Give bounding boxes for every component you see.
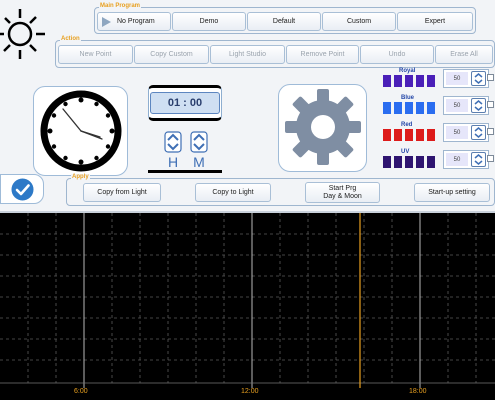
x-tick-1200: 12:00 <box>241 388 259 395</box>
channel-spinner-red[interactable]: 50 <box>443 123 489 142</box>
minute-label: M <box>193 154 205 170</box>
channel-label-blue: Blue <box>401 95 415 101</box>
new-point-button[interactable]: New Point <box>58 45 133 64</box>
channel-checkbox-blue[interactable] <box>487 101 494 108</box>
gear-icon <box>283 87 363 167</box>
remove-point-button[interactable]: Remove Point <box>286 45 359 64</box>
channel-checkbox-red[interactable] <box>487 128 494 135</box>
channel-swatches-uv <box>383 156 435 168</box>
channel-checkbox-royal[interactable] <box>487 74 494 81</box>
channel-value-blue: 50 <box>446 99 468 112</box>
timeline-chart[interactable]: 6:00 12:00 18:00 <box>0 211 495 400</box>
channel-value-uv: 50 <box>446 153 468 166</box>
channel-checkbox-uv[interactable] <box>487 155 494 162</box>
copy-to-light-button[interactable]: Copy to Light <box>195 183 271 202</box>
sun-icon[interactable] <box>0 4 50 62</box>
channel-swatches-red <box>383 129 435 141</box>
channel-swatches-royal <box>383 75 435 87</box>
copy-custom-button[interactable]: Copy Custom <box>134 45 209 64</box>
channel-value-red: 50 <box>446 126 468 139</box>
hour-label: H <box>167 154 179 170</box>
light-studio-button[interactable]: Light Studio <box>210 45 285 64</box>
time-panel-baseline <box>148 170 222 173</box>
channel-spinner-blue[interactable]: 50 <box>443 96 489 115</box>
start-up-setting-button[interactable]: Start-up setting <box>414 183 490 202</box>
no-program-label: No Program <box>117 17 155 25</box>
demo-button[interactable]: Demo <box>172 12 246 31</box>
hour-spinner[interactable] <box>164 131 182 153</box>
channel-spinner-royal[interactable]: 50 <box>443 69 489 88</box>
custom-button[interactable]: Custom <box>322 12 396 31</box>
default-button[interactable]: Default <box>247 12 321 31</box>
no-program-button[interactable]: No Program <box>97 12 171 31</box>
channel-updown-blue[interactable] <box>471 98 486 113</box>
action-title: Action <box>60 36 81 43</box>
channel-updown-royal[interactable] <box>471 71 486 86</box>
erase-all-button[interactable]: Erase All <box>435 45 493 64</box>
channel-label-royal: Royal <box>399 68 416 74</box>
undo-button[interactable]: Undo <box>360 45 434 64</box>
channel-label-red: Red <box>401 122 413 128</box>
clock-icon <box>36 88 126 174</box>
minute-spinner[interactable] <box>190 131 208 153</box>
channel-spinner-uv[interactable]: 50 <box>443 150 489 169</box>
x-tick-1800: 18:00 <box>409 388 427 395</box>
copy-from-light-button[interactable]: Copy from Light <box>83 183 161 202</box>
start-program-day-moon-button[interactable]: Start Prg Day & Moon <box>305 182 380 203</box>
channel-value-royal: 50 <box>446 72 468 85</box>
channel-swatches-blue <box>383 102 435 114</box>
play-icon <box>102 16 111 27</box>
time-value: 01 : 00 <box>150 92 220 114</box>
channel-updown-red[interactable] <box>471 125 486 140</box>
expert-button[interactable]: Expert <box>397 12 473 31</box>
main-program-title: Main Program <box>99 3 142 10</box>
channel-label-uv: UV <box>401 149 410 155</box>
x-tick-0600: 6:00 <box>74 388 88 395</box>
apply-title: Apply <box>71 174 90 181</box>
channel-updown-uv[interactable] <box>471 152 486 167</box>
check-icon <box>11 178 34 201</box>
